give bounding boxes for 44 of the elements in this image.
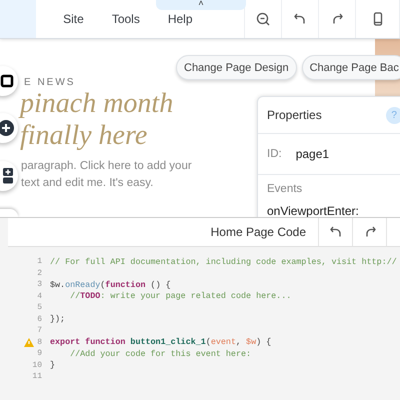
line-number: 9 bbox=[37, 349, 42, 358]
line-number: 10 bbox=[32, 360, 42, 370]
code-line: // For full API documentation, including code examples, visit http:// bbox=[49, 256, 397, 267]
undo-icon bbox=[293, 12, 308, 26]
page-design-button[interactable]: Change Page Bac bbox=[302, 55, 400, 80]
id-label: ID: bbox=[267, 148, 282, 160]
square-icon bbox=[0, 74, 14, 88]
menu-item[interactable]: Help bbox=[168, 12, 193, 26]
line-number: 5 bbox=[37, 303, 42, 312]
line-number: 1 bbox=[37, 257, 42, 266]
code-line: $w.onReady(function () { bbox=[49, 280, 171, 290]
collapse-tab[interactable]: ˄ bbox=[156, 0, 246, 10]
paragraph-text: paragraph. Click here to add your text and edit me. It's easy. bbox=[20, 159, 192, 191]
add-section-icon bbox=[2, 168, 14, 184]
zoom-out-icon bbox=[256, 12, 270, 26]
event-name: onViewportEnter: bbox=[267, 204, 360, 218]
code-line: //TODO: write your page related code here... bbox=[69, 291, 292, 302]
code-line: }); bbox=[49, 314, 66, 324]
section-label: E NEWS bbox=[24, 77, 76, 88]
line-number: 4 bbox=[37, 292, 42, 301]
page-design-button[interactable]: Change Page Design bbox=[176, 55, 297, 80]
code-line: } bbox=[49, 360, 56, 370]
line-number: 8 bbox=[37, 338, 42, 347]
undo-icon bbox=[328, 225, 342, 239]
headline: pinach month bbox=[20, 88, 174, 120]
code-line: //Add your code for this event here: bbox=[69, 348, 252, 359]
panel-title: Properties bbox=[267, 108, 322, 122]
menu-item[interactable]: Site bbox=[63, 12, 84, 26]
line-number: 7 bbox=[37, 326, 42, 336]
id-value[interactable]: page1 bbox=[296, 147, 330, 161]
events-label: Events bbox=[267, 183, 304, 195]
plus-icon bbox=[0, 120, 14, 136]
side-panel bbox=[0, 0, 36, 38]
line-number: 2 bbox=[37, 268, 42, 278]
code-line: export function button1_click_1(event, $w) { bbox=[49, 337, 272, 348]
line-number: 6 bbox=[37, 314, 42, 324]
menu-item[interactable]: Tools bbox=[112, 12, 140, 26]
line-number: 11 bbox=[32, 372, 42, 382]
code-panel-title: Home Page Code bbox=[210, 225, 306, 239]
zoom-out-button[interactable] bbox=[244, 0, 281, 38]
line-number: 3 bbox=[37, 280, 42, 290]
mobile-view-button[interactable] bbox=[355, 0, 400, 38]
warning-icon bbox=[24, 338, 34, 347]
headline: finally here bbox=[20, 120, 148, 152]
